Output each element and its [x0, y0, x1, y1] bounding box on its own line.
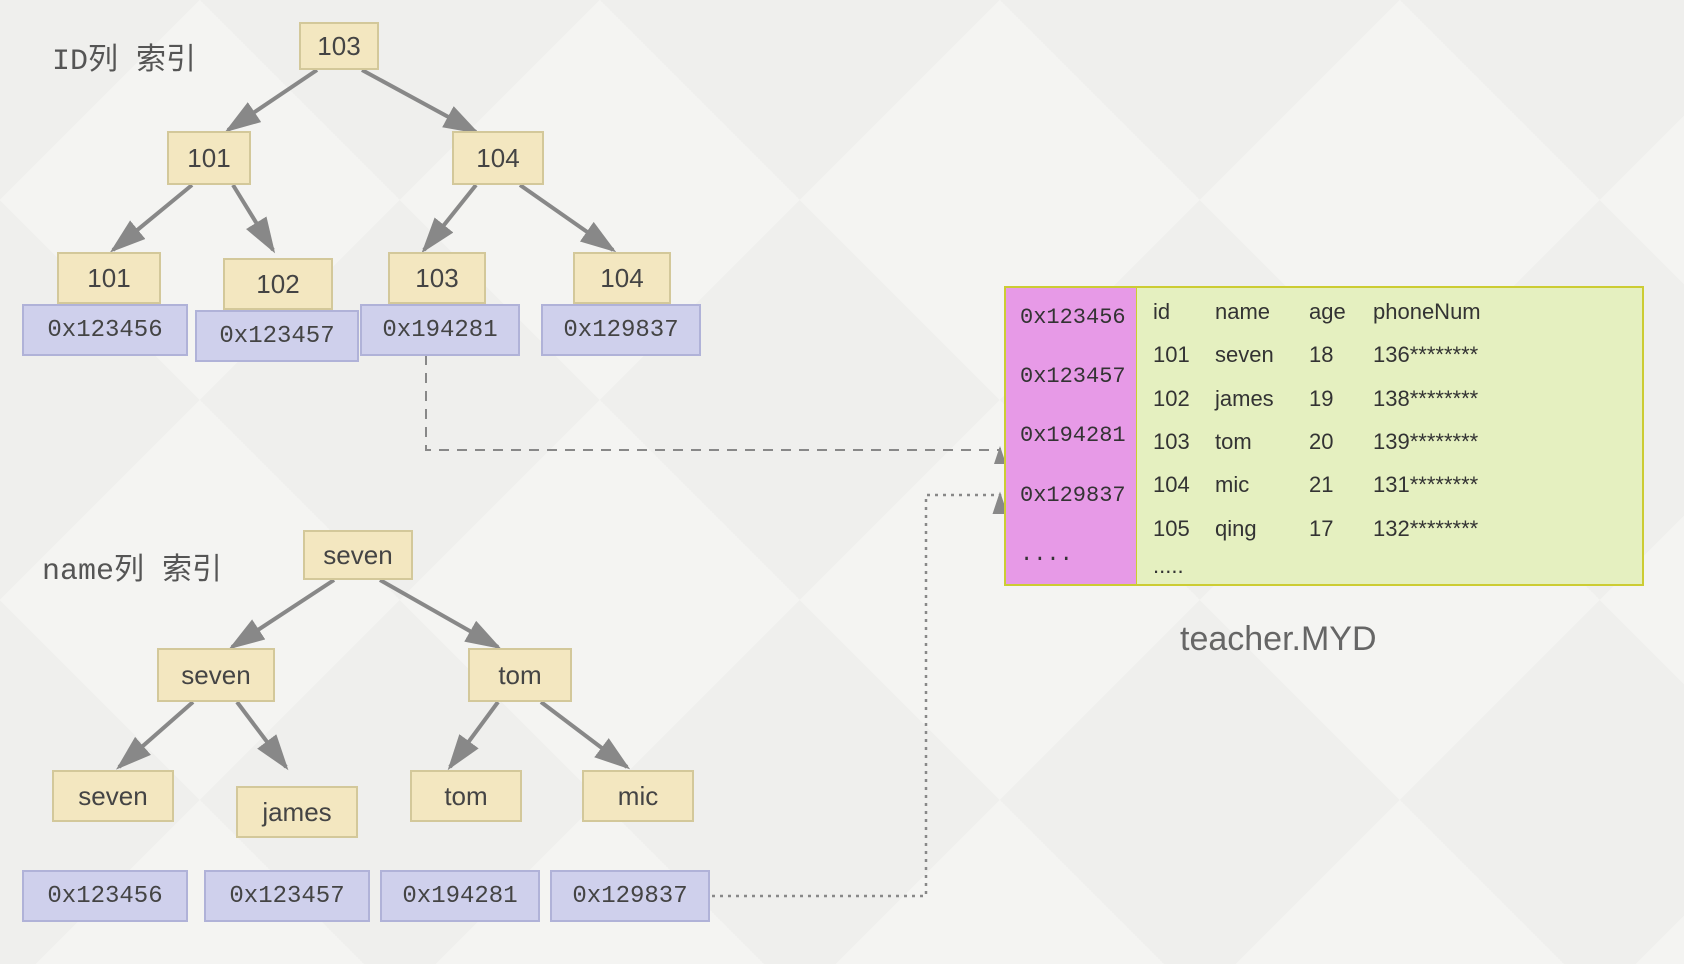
- id-leaf-0-addr: 0x123456: [22, 304, 188, 356]
- table-trailing: .....: [1137, 553, 1642, 579]
- table-caption: teacher.MYD: [1180, 620, 1377, 659]
- name-leaf-1-key: james: [236, 786, 358, 838]
- id-leaf-2-key: 103: [388, 252, 486, 304]
- id-leaf-1-key: 102: [223, 258, 333, 310]
- table-row: 104 mic 21 131********: [1137, 466, 1642, 504]
- name-leaf-0-key: seven: [52, 770, 174, 822]
- name-index-label: name列 索引: [42, 544, 222, 589]
- name-leaf-0-addr: 0x123456: [22, 870, 188, 922]
- col-phone-h: phoneNum: [1373, 299, 1638, 325]
- id-leaf-3-addr: 0x129837: [541, 304, 701, 356]
- id-right: 104: [452, 131, 544, 185]
- table-row: 103 tom 20 139********: [1137, 423, 1642, 461]
- table-row: 102 james 19 138********: [1137, 380, 1642, 418]
- table-row: 105 qing 17 132********: [1137, 510, 1642, 548]
- table-addr-4: ....: [1006, 532, 1136, 577]
- table-addr-3: 0x129837: [1006, 473, 1136, 518]
- table-addr-2: 0x194281: [1006, 413, 1136, 458]
- table-row: 101 seven 18 136********: [1137, 336, 1642, 374]
- data-table: 0x123456 0x123457 0x194281 0x129837 ....…: [1004, 286, 1644, 586]
- table-data-col: id name age phoneNum 101 seven 18 136***…: [1137, 288, 1642, 584]
- id-index-label: ID列 索引: [52, 34, 196, 79]
- id-leaf-0-key: 101: [57, 252, 161, 304]
- id-leaf-1-addr: 0x123457: [195, 310, 359, 362]
- col-name-h: name: [1215, 299, 1309, 325]
- name-leaf-3-addr: 0x129837: [550, 870, 710, 922]
- id-left: 101: [167, 131, 251, 185]
- table-addr-0: 0x123456: [1006, 295, 1136, 340]
- name-right: tom: [468, 648, 572, 702]
- name-leaf-1-addr: 0x123457: [204, 870, 370, 922]
- id-leaf-3-key: 104: [573, 252, 671, 304]
- col-age-h: age: [1309, 299, 1373, 325]
- name-leaf-2-addr: 0x194281: [380, 870, 540, 922]
- name-leaf-2-key: tom: [410, 770, 522, 822]
- table-addr-col: 0x123456 0x123457 0x194281 0x129837 ....: [1006, 288, 1137, 584]
- id-leaf-2-addr: 0x194281: [360, 304, 520, 356]
- name-root: seven: [303, 530, 413, 580]
- id-root: 103: [299, 22, 379, 70]
- table-header: id name age phoneNum: [1137, 293, 1642, 331]
- name-left: seven: [157, 648, 275, 702]
- col-id-h: id: [1141, 299, 1215, 325]
- table-addr-1: 0x123457: [1006, 354, 1136, 399]
- name-leaf-3-key: mic: [582, 770, 694, 822]
